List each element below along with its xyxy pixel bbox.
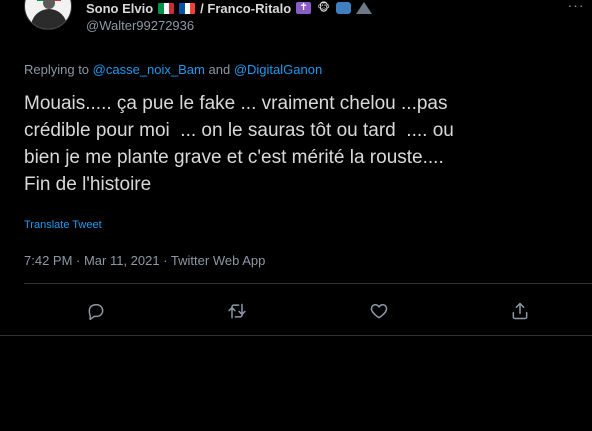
avatar-body — [31, 9, 67, 29]
replying-and-label: and — [208, 62, 231, 77]
heart-icon — [370, 304, 388, 319]
author-name-row[interactable]: Sono Elvio / Franco-Ritalo ✝ 🐵 — [86, 0, 373, 16]
train-icon — [336, 2, 352, 14]
share-icon — [512, 302, 528, 320]
mention-link-1[interactable]: @casse_noix_Bam — [93, 62, 205, 77]
reply-button[interactable] — [81, 296, 111, 326]
divider — [0, 335, 592, 336]
divider — [24, 283, 592, 284]
italy-flag-icon — [158, 2, 175, 14]
tweet-timestamp-source[interactable]: 7:42 PM · Mar 11, 2021 · Twitter Web App — [24, 253, 265, 268]
reply-icon — [88, 304, 104, 321]
tweet-action-bar — [0, 296, 592, 326]
author-avatar[interactable] — [24, 0, 72, 30]
monkey-face-icon: 🐵 — [317, 2, 331, 14]
share-button[interactable] — [505, 296, 535, 326]
tweet-text: Mouais..... ça pue le fake ... vraiment … — [24, 93, 454, 195]
replying-to-label: Replying to — [24, 62, 90, 77]
latin-cross-icon: ✝ — [296, 2, 312, 14]
mountain-icon — [356, 2, 373, 14]
author-name-suffix: / Franco-Ritalo — [200, 0, 292, 16]
avatar-head — [43, 0, 55, 9]
more-options-icon[interactable]: ··· — [566, 0, 586, 16]
translate-tweet-link[interactable]: Translate Tweet — [24, 219, 102, 231]
author-handle[interactable]: @Walter99272936 — [86, 18, 194, 33]
author-display-name[interactable]: Sono Elvio — [86, 1, 153, 16]
like-button[interactable] — [364, 296, 394, 326]
replying-to-line: Replying to @casse_noix_Bam and @Digital… — [24, 62, 322, 77]
france-flag-icon — [179, 2, 196, 14]
retweet-icon — [228, 303, 246, 319]
tweet-detail: Sono Elvio / Franco-Ritalo ✝ 🐵 ··· @Walt… — [0, 0, 592, 336]
retweet-button[interactable] — [222, 296, 252, 326]
mention-link-2[interactable]: @DigitalGanon — [234, 62, 322, 77]
